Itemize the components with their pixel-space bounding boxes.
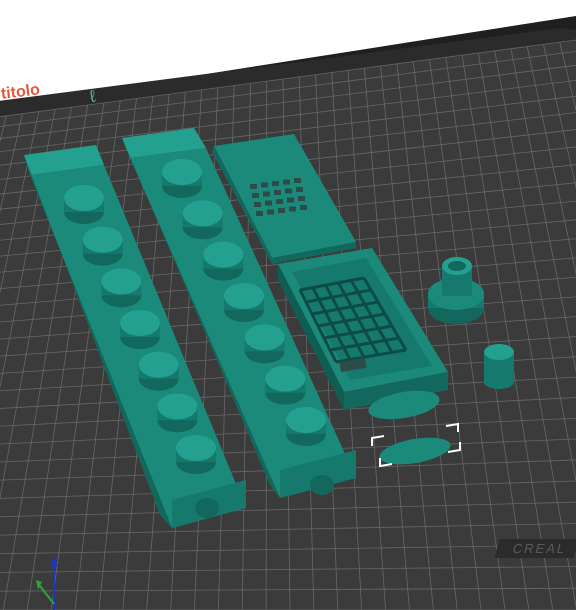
peg xyxy=(265,365,306,405)
peg xyxy=(182,200,223,240)
peg xyxy=(120,310,160,349)
small-cylinder[interactable] xyxy=(484,344,514,389)
3d-viewport[interactable] xyxy=(0,0,576,610)
peg xyxy=(138,351,179,391)
peg xyxy=(162,159,202,198)
peg xyxy=(157,393,198,433)
bed-label: CREAL xyxy=(494,539,576,558)
peg xyxy=(64,185,104,224)
peg xyxy=(101,268,142,308)
peg xyxy=(203,241,244,281)
peg xyxy=(286,407,326,446)
peg xyxy=(176,435,216,474)
peg xyxy=(244,324,285,364)
peg xyxy=(224,283,264,322)
peg xyxy=(82,226,123,266)
